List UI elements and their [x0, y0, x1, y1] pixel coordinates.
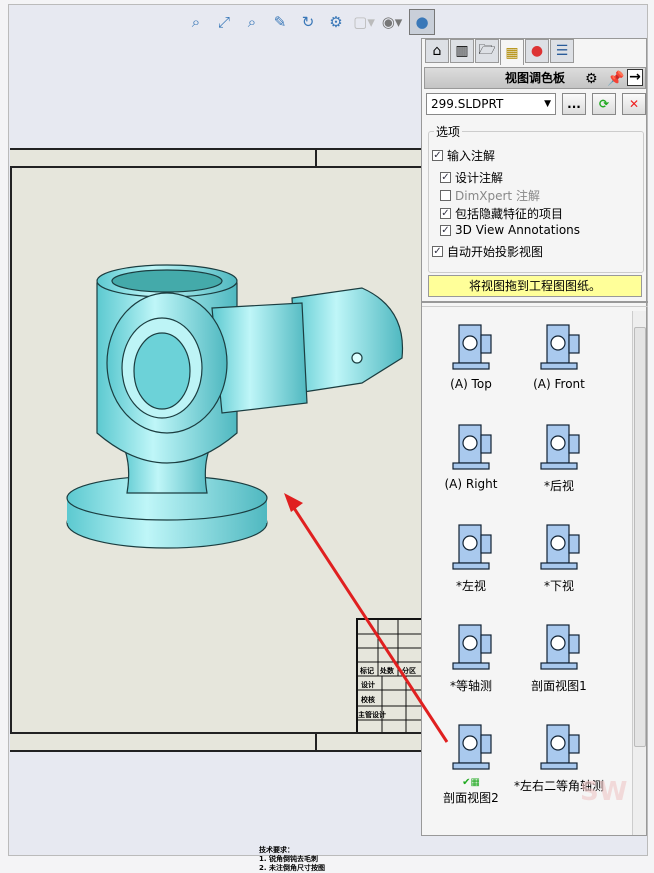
option-checkbox[interactable]: ✓ 输入注解	[432, 147, 495, 164]
view-label: (A) Right	[444, 477, 498, 491]
option-checkbox[interactable]: ✓ 3D View Annotations	[440, 223, 580, 237]
appearances-icon[interactable]: ●	[525, 39, 549, 63]
options-legend: 选项	[434, 123, 463, 140]
title-cell: 设计	[361, 681, 375, 689]
view-label: (A) Top	[450, 377, 492, 391]
collapse-icon[interactable]: →	[627, 69, 643, 86]
note-line: 1. 锐角倒钝去毛刺	[259, 855, 318, 863]
zoom-to-fit-icon[interactable]: ⌕	[185, 11, 207, 33]
appearance-icon[interactable]: ●	[409, 9, 435, 35]
refresh-button[interactable]: ⟳	[592, 93, 616, 115]
sheet-top-border	[10, 148, 422, 168]
task-pane: ⌂ ▥ 🗁 ▦ ● ☰ 视图调色板 ⚙ 📌 → 299.SLDPRT ▼ ... …	[421, 38, 648, 836]
technical-notes: 技术要求： 1. 锐角倒钝去毛刺 2. 未注倒角尺寸按图	[259, 846, 325, 873]
view-thumbnail[interactable]: (A) Front	[514, 319, 604, 391]
view-label: 剖面视图1	[531, 679, 587, 693]
custom-properties-icon[interactable]: ☰	[550, 39, 574, 63]
view-preview-icon	[540, 624, 580, 670]
option-checkbox[interactable]: ✓ 设计注解	[440, 169, 503, 186]
option-checkbox[interactable]: DimXpert 注解	[440, 187, 540, 204]
view-palette-grid: (A) Top (A) Front (A) Right *后视 *左视 *下视 *等轴测 剖面…	[426, 311, 630, 835]
browse-button[interactable]: ...	[562, 93, 586, 115]
chevron-down-icon: ▼	[544, 99, 551, 109]
inserted-check-icon: ✔▦	[462, 777, 480, 788]
heads-up-toolbar: ⌕ ⤢ ⌕ ✎ ↻ ⚙ ▢▾ ◉▾ ●	[185, 8, 435, 36]
checkbox-icon[interactable]: ✓	[432, 150, 443, 161]
checkbox-icon[interactable]: ✓	[432, 246, 443, 257]
option-checkbox[interactable]: ✓ 包括隐藏特征的项目	[440, 205, 563, 222]
view-preview-icon	[452, 724, 492, 770]
title-cell: 分区	[402, 667, 416, 675]
view-label: *左右二等角轴测	[514, 779, 605, 793]
task-pane-tabs: ⌂ ▥ 🗁 ▦ ● ☰	[422, 39, 574, 65]
view-label: *等轴测	[449, 679, 492, 693]
sheet-bottom-border	[10, 732, 422, 752]
view-thumbnail[interactable]: ✔▦ 剖面视图2	[426, 719, 516, 806]
view-preview-icon	[452, 524, 492, 570]
view-thumbnail[interactable]: (A) Top	[426, 319, 516, 391]
checkbox-icon[interactable]: ✓	[440, 172, 451, 183]
option-label: 输入注解	[447, 149, 496, 163]
view-preview-icon	[540, 324, 580, 370]
view-thumbnail[interactable]: (A) Right	[426, 419, 516, 491]
file-row: 299.SLDPRT ▼ ... ⟳ ✕	[426, 93, 646, 117]
title-cell: 校核	[361, 696, 375, 704]
view-palette-icon[interactable]: ▦	[500, 39, 524, 65]
scrollbar-thumb[interactable]	[634, 327, 646, 747]
view-preview-icon	[452, 624, 492, 670]
view-label: (A) Front	[533, 377, 585, 391]
view-thumbnail[interactable]: 剖面视图1	[514, 619, 604, 694]
pin-icon[interactable]: 📌	[607, 69, 624, 89]
view-thumbnail[interactable]: *左右二等角轴测	[514, 719, 604, 794]
title-cell: 主管设计	[358, 711, 386, 719]
option-label: 设计注解	[455, 171, 504, 185]
panel-title: 视图调色板	[504, 71, 565, 85]
view-preview-icon	[452, 324, 492, 370]
option-label: 3D View Annotations	[455, 223, 581, 237]
option-label: 包括隐藏特征的项目	[455, 207, 564, 221]
view-label: *左视	[455, 579, 486, 593]
document-select[interactable]: 299.SLDPRT ▼	[426, 93, 556, 115]
view-preview-icon	[540, 424, 580, 470]
home-icon[interactable]: ⌂	[425, 39, 449, 63]
view-preview-icon	[452, 424, 492, 470]
document-select-value: 299.SLDPRT	[431, 97, 504, 111]
part-model	[66, 264, 404, 549]
view-label: *后视	[543, 479, 574, 493]
checkbox-icon[interactable]: ✓	[440, 208, 451, 219]
checkbox-icon[interactable]	[440, 190, 451, 201]
option-label: DimXpert 注解	[455, 189, 540, 203]
design-library-icon[interactable]: ▥	[450, 39, 474, 63]
view-thumbnail[interactable]: *等轴测	[426, 619, 516, 694]
view-label: *下视	[543, 579, 574, 593]
option-checkbox[interactable]: ✓ 自动开始投影视图	[432, 243, 543, 260]
view-label: 剖面视图2	[443, 791, 499, 805]
scrollbar[interactable]	[632, 311, 646, 835]
title-cell: 处数	[380, 667, 394, 675]
section-view-icon[interactable]: ⚙	[325, 11, 347, 33]
title-block: 标记 处数 分区 设计 校核 主管设计	[356, 618, 424, 734]
checkbox-icon[interactable]: ✓	[440, 224, 451, 236]
option-label: 自动开始投影视图	[447, 245, 544, 259]
view-preview-icon	[540, 524, 580, 570]
gear-icon[interactable]: ⚙	[585, 69, 598, 89]
view-orientation-icon[interactable]: ▢▾	[353, 11, 375, 33]
hide-show-icon[interactable]: ◉▾	[381, 11, 403, 33]
zoom-to-area-icon[interactable]: ⤢	[213, 11, 235, 33]
note-line: 2. 未注倒角尺寸按图	[259, 864, 325, 872]
splitter-handle[interactable]	[422, 301, 648, 307]
previous-view-icon[interactable]: ✎	[269, 11, 291, 33]
view-thumbnail[interactable]: *下视	[514, 519, 604, 594]
clear-button[interactable]: ✕	[622, 93, 646, 115]
file-explorer-icon[interactable]: 🗁	[475, 39, 499, 63]
drag-hint: 将视图拖到工程图图纸。	[428, 275, 642, 297]
note-line: 技术要求：	[259, 846, 294, 854]
title-cell: 标记	[360, 667, 374, 675]
zoom-in-out-icon[interactable]: ⌕	[241, 11, 263, 33]
view-thumbnail[interactable]: *左视	[426, 519, 516, 594]
view-thumbnail[interactable]: *后视	[514, 419, 604, 494]
view-preview-icon	[540, 724, 580, 770]
rotate-icon[interactable]: ↻	[297, 11, 319, 33]
panel-header: 视图调色板 ⚙ 📌 →	[424, 67, 646, 89]
